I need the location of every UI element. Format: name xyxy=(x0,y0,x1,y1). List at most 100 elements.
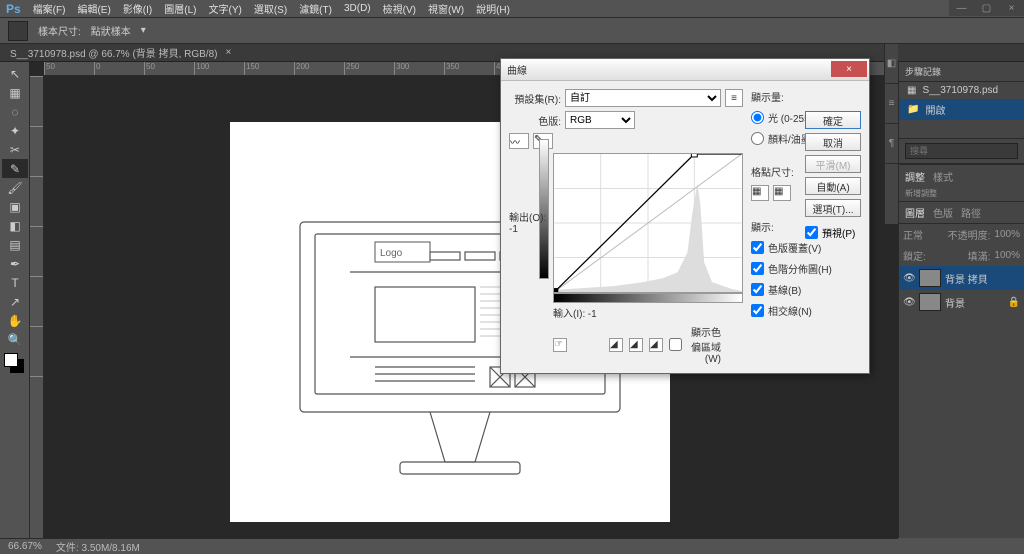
move-tool[interactable]: ↖ xyxy=(2,64,28,83)
menu-3d[interactable]: 3D(D) xyxy=(344,3,371,14)
curve-graph[interactable] xyxy=(553,153,743,293)
check-intersection[interactable]: 相交線(N) xyxy=(751,303,861,318)
dialog-titlebar[interactable]: 曲線 × xyxy=(501,59,869,81)
gray-point-picker[interactable]: ◢ xyxy=(629,338,643,352)
grid-small-button[interactable]: ▦ xyxy=(751,185,769,201)
check-baseline[interactable]: 基線(B) xyxy=(751,282,861,297)
menu-file[interactable]: 檔案(F) xyxy=(33,1,66,16)
on-image-tool-icon[interactable]: ☞ xyxy=(553,338,567,352)
menu-type[interactable]: 文字(Y) xyxy=(209,1,242,16)
maximize-button[interactable]: ▢ xyxy=(974,0,999,16)
fill-label: 填滿: xyxy=(968,248,991,263)
color-swatches[interactable] xyxy=(2,353,27,379)
tab-adjustments[interactable]: 調整 xyxy=(905,169,925,184)
check-channel-overlay[interactable]: 色版覆蓋(V) xyxy=(751,240,861,255)
check-histogram[interactable]: 色階分佈圖(H) xyxy=(751,261,861,276)
pen-tool[interactable]: ✒ xyxy=(2,254,28,273)
preset-select[interactable]: 自訂 xyxy=(565,89,721,107)
history-doc-label: S__3710978.psd xyxy=(922,85,998,96)
preview-checkbox[interactable]: 預視(P) xyxy=(805,225,861,240)
cancel-button[interactable]: 取消 xyxy=(805,133,861,151)
marquee-tool[interactable]: ▦ xyxy=(2,83,28,102)
menu-edit[interactable]: 編輯(E) xyxy=(77,1,110,16)
tab-styles[interactable]: 樣式 xyxy=(933,169,953,184)
type-tool[interactable]: T xyxy=(2,273,28,292)
hand-tool[interactable]: ✋ xyxy=(2,311,28,330)
tab-channels[interactable]: 色版 xyxy=(933,205,953,220)
fill-value[interactable]: 100% xyxy=(994,250,1020,261)
menu-view[interactable]: 檢視(V) xyxy=(383,1,416,16)
brush-tool[interactable]: 🖌 xyxy=(2,178,28,197)
sample-size-value[interactable]: 點狀樣本 xyxy=(91,23,131,38)
input-value: -1 xyxy=(588,309,597,320)
tab-layers[interactable]: 圖層 xyxy=(905,205,925,220)
menu-select[interactable]: 選取(S) xyxy=(254,1,287,16)
layer-row[interactable]: 👁 背景 拷貝 xyxy=(899,266,1024,290)
collapsed-panel-strip[interactable]: ◧ ≡ ¶ xyxy=(884,44,898,224)
blend-mode-select[interactable]: 正常 xyxy=(903,227,923,242)
menu-window[interactable]: 視窗(W) xyxy=(428,1,464,16)
close-button[interactable]: × xyxy=(999,0,1024,16)
layer-name[interactable]: 背景 拷貝 xyxy=(945,271,988,286)
zoom-level[interactable]: 66.67% xyxy=(8,541,42,552)
minimize-button[interactable]: — xyxy=(949,0,974,16)
curve-point-tool[interactable]: 〰 xyxy=(509,133,529,149)
collapsed-panel-icon[interactable]: ¶ xyxy=(885,124,898,164)
tab-paths[interactable]: 路徑 xyxy=(961,205,981,220)
ok-button[interactable]: 確定 xyxy=(805,111,861,129)
eraser-tool[interactable]: ◧ xyxy=(2,216,28,235)
gradient-tool[interactable]: ▤ xyxy=(2,235,28,254)
foreground-swatch[interactable] xyxy=(4,353,18,367)
history-document[interactable]: ▦ S__3710978.psd xyxy=(899,82,1024,99)
smooth-button: 平滑(M) xyxy=(805,155,861,173)
stamp-tool[interactable]: ▣ xyxy=(2,197,28,216)
output-label: 輸出(O):-1 xyxy=(509,209,546,235)
channel-select[interactable]: RGB xyxy=(565,111,635,129)
history-step-open[interactable]: 📁 開啟 xyxy=(899,99,1024,120)
eyedropper-tool[interactable]: ✎ xyxy=(2,159,28,178)
dropdown-icon[interactable]: ▾ xyxy=(141,25,146,36)
collapsed-panel-icon[interactable]: ◧ xyxy=(885,44,898,84)
layer-thumbnail[interactable] xyxy=(919,269,941,287)
crop-tool[interactable]: ✂ xyxy=(2,140,28,159)
visibility-icon[interactable]: 👁 xyxy=(903,273,915,284)
menu-help[interactable]: 說明(H) xyxy=(476,1,510,16)
tool-preset-icon[interactable] xyxy=(8,21,28,41)
opacity-value[interactable]: 100% xyxy=(994,229,1020,240)
visibility-icon[interactable]: 👁 xyxy=(903,297,915,308)
dialog-title: 曲線 xyxy=(507,62,527,77)
layer-thumbnail[interactable] xyxy=(919,293,941,311)
display-amount-label: 顯示量: xyxy=(751,89,861,104)
window-controls: — ▢ × xyxy=(949,0,1024,16)
wand-tool[interactable]: ✦ xyxy=(2,121,28,140)
menubar: Ps 檔案(F) 編輯(E) 影像(I) 圖層(L) 文字(Y) 選取(S) 濾… xyxy=(0,0,1024,18)
path-tool[interactable]: ↗ xyxy=(2,292,28,311)
dialog-close-button[interactable]: × xyxy=(831,61,867,77)
layer-name[interactable]: 背景 xyxy=(945,295,965,310)
layer-row[interactable]: 👁 背景 🔒 xyxy=(899,290,1024,314)
menu-layer[interactable]: 圖層(L) xyxy=(164,1,196,16)
collapsed-panel-icon[interactable]: ≡ xyxy=(885,84,898,124)
lasso-tool[interactable]: ◌ xyxy=(2,102,28,121)
grid-large-button[interactable]: ▦ xyxy=(773,185,791,201)
vertical-ruler xyxy=(30,76,44,538)
opacity-label: 不透明度: xyxy=(948,227,991,242)
black-point-picker[interactable]: ◢ xyxy=(609,338,623,352)
preset-menu-icon[interactable]: ≡ xyxy=(725,89,743,107)
options-button[interactable]: 選項(T)... xyxy=(805,199,861,217)
zoom-tool[interactable]: 🔍 xyxy=(2,330,28,349)
history-panel-title: 步驟記錄 xyxy=(899,62,1024,82)
menu-image[interactable]: 影像(I) xyxy=(123,1,152,16)
curves-dialog: 曲線 × 預設集(R): 自訂 ≡ 色版: RGB 〰 ✎ 輸出(O):-1 xyxy=(500,58,870,374)
menu-filter[interactable]: 濾鏡(T) xyxy=(299,1,332,16)
auto-button[interactable]: 自動(A) xyxy=(805,177,861,195)
lock-icon: 🔒 xyxy=(1008,297,1020,308)
input-gradient xyxy=(553,293,743,303)
show-clipping-checkbox[interactable]: 顯示色偏區域(W) xyxy=(669,324,721,365)
close-icon[interactable]: × xyxy=(225,47,231,58)
white-point-picker[interactable]: ◢ xyxy=(649,338,663,352)
adjustments-panel: 調整 樣式 新增調整 xyxy=(899,164,1024,202)
search-input[interactable] xyxy=(905,143,1018,159)
app-logo: Ps xyxy=(6,2,21,16)
doc-size-label: 文件: xyxy=(56,543,79,554)
